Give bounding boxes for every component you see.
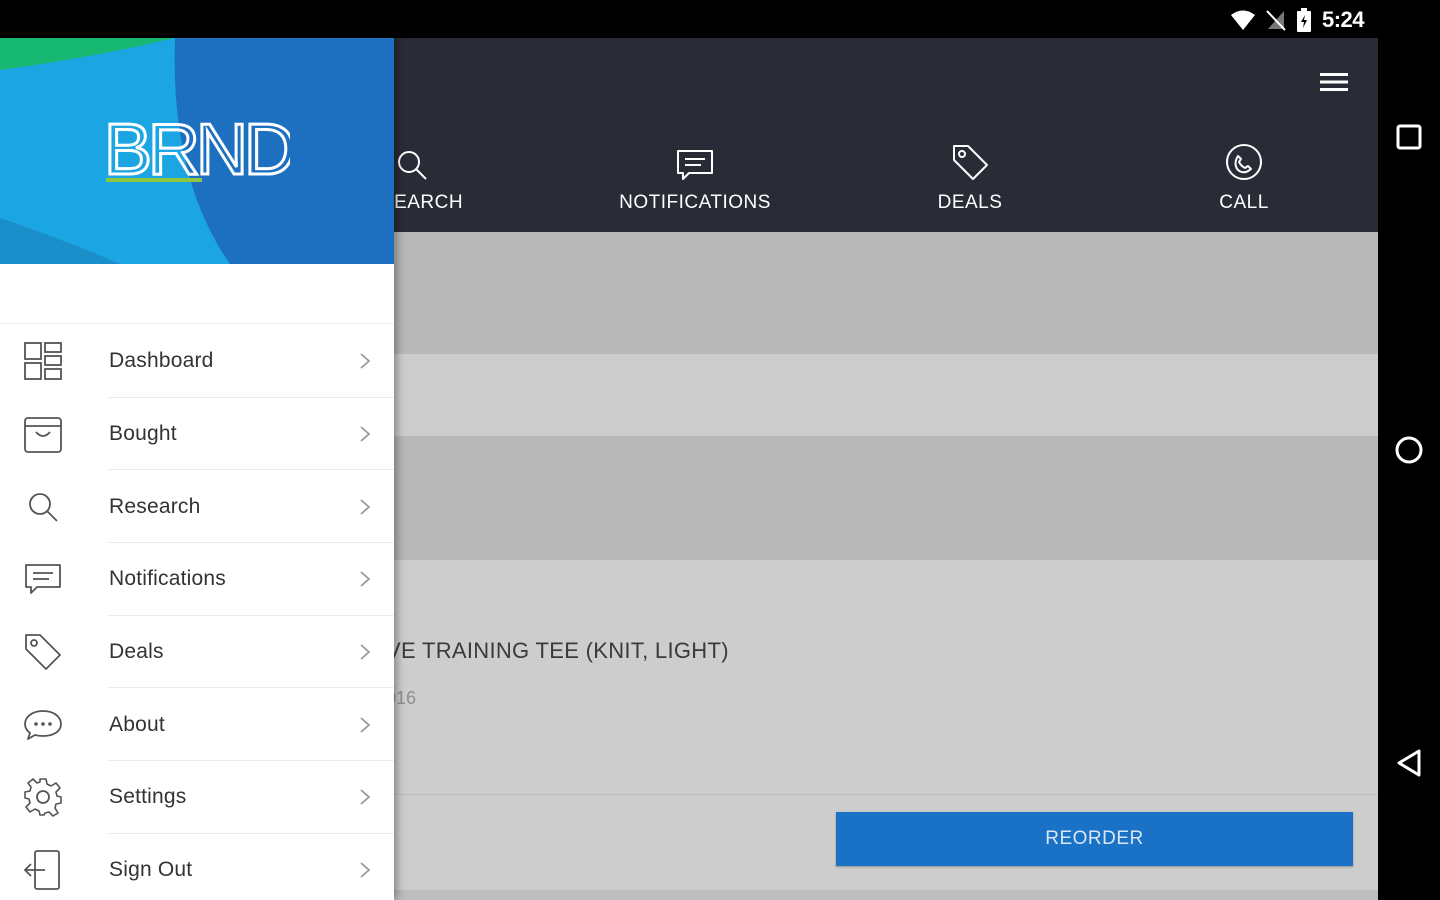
tab-call-label: CALL (1219, 192, 1269, 213)
svg-text:BRND: BRND (104, 114, 290, 186)
battery-icon (1296, 8, 1311, 32)
app-screen: SEARCH NOTIFICATIONS DEALS CALL VE TRAIN… (0, 38, 1378, 900)
tab-deals[interactable]: DEALS (870, 138, 1070, 218)
drawer-item-bought[interactable]: Bought (0, 398, 394, 471)
chat-bubble-icon (24, 709, 62, 740)
drawer-item-dashboard[interactable]: Dashboard (0, 325, 394, 398)
tab-notifications-label: NOTIFICATIONS (619, 192, 771, 213)
back-button[interactable] (1392, 746, 1426, 780)
drawer-item-deals[interactable]: Deals (0, 616, 394, 689)
triangle-back-icon (1397, 749, 1421, 777)
message-icon (677, 150, 713, 180)
tab-deals-label: DEALS (937, 192, 1003, 213)
chevron-right-icon (360, 717, 371, 733)
cart-icon (24, 417, 62, 453)
square-icon (1396, 124, 1422, 150)
search-icon (29, 492, 58, 522)
drawer-item-label: About (109, 712, 165, 736)
product-name: VE TRAINING TEE (KNIT, LIGHT) (386, 638, 729, 663)
drawer-item-settings[interactable]: Settings (0, 761, 394, 834)
chevron-right-icon (360, 571, 371, 588)
drawer-item-notifications[interactable]: Notifications (0, 543, 394, 616)
status-bar: 5:24 (0, 0, 1440, 38)
recents-button[interactable] (1392, 120, 1426, 154)
brnd-logo: BRND (103, 109, 299, 192)
tag-icon (25, 634, 61, 670)
drawer-spacer (0, 264, 394, 324)
drawer-item-research[interactable]: Research (0, 470, 394, 544)
drawer-item-label: Dashboard (109, 349, 214, 373)
chevron-right-icon (360, 426, 371, 442)
navigation-drawer: BRND Dashboard Bought Research Notificat… (0, 38, 394, 900)
chevron-right-icon (360, 499, 371, 515)
drawer-item-label: Research (109, 494, 201, 518)
drawer-item-about[interactable]: About (0, 688, 394, 762)
chevron-right-icon (360, 644, 371, 660)
tab-call[interactable]: CALL (1144, 138, 1344, 218)
reorder-button[interactable]: REORDER (836, 812, 1353, 866)
drawer-item-sign-out[interactable]: Sign Out (0, 834, 394, 900)
wifi-icon (1230, 10, 1255, 30)
message-icon (25, 564, 61, 595)
status-icons: 5:24 (1230, 6, 1365, 34)
drawer-item-label: Bought (109, 422, 177, 446)
circle-icon (1395, 436, 1423, 464)
chevron-right-icon (360, 353, 371, 370)
hamburger-icon (1320, 73, 1348, 91)
status-time: 5:24 (1321, 7, 1365, 32)
system-nav-bar (1378, 38, 1440, 900)
drawer-header: BRND (0, 38, 394, 264)
drawer-item-label: Sign Out (109, 858, 193, 882)
search-icon (398, 151, 427, 180)
drawer-item-label: Deals (109, 640, 164, 664)
tag-icon (953, 145, 988, 180)
menu-button[interactable] (1318, 68, 1350, 96)
home-button[interactable] (1392, 433, 1426, 467)
drawer-menu: Dashboard Bought Research Notifications (0, 325, 394, 900)
chevron-right-icon (360, 862, 371, 878)
sign-out-icon (23, 850, 60, 891)
tab-notifications[interactable]: NOTIFICATIONS (595, 138, 795, 218)
gear-icon (24, 778, 62, 818)
phone-icon (1226, 144, 1262, 180)
dashboard-icon (24, 342, 62, 381)
drawer-item-label: Notifications (109, 567, 226, 591)
drawer-item-label: Settings (109, 785, 187, 809)
chevron-right-icon (360, 789, 371, 806)
no-signal-icon (1266, 10, 1286, 31)
